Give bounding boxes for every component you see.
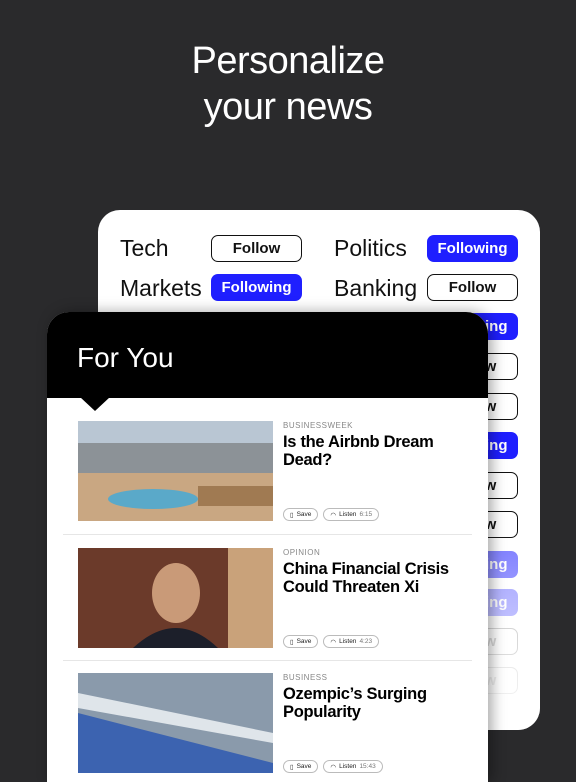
follow-button-banking[interactable]: Follow [427, 274, 518, 301]
listen-label: Listen [339, 511, 357, 518]
save-button[interactable]: ▯ Save [283, 760, 319, 773]
bookmark-icon: ▯ [290, 511, 294, 519]
topic-label: Tech [120, 235, 169, 261]
save-button[interactable]: ▯ Save [283, 635, 319, 648]
article-item[interactable]: OPINION China Financial Crisis Could Thr… [78, 548, 473, 648]
topic-label: Markets [120, 275, 202, 301]
article-kicker: OPINION [283, 548, 321, 557]
headline-line-1: Personalize [191, 40, 385, 82]
article-title[interactable]: China Financial Crisis Could Threaten Xi [283, 560, 473, 596]
headphones-icon: ◠ [330, 638, 337, 646]
article-image-production-line [78, 673, 273, 773]
article-title[interactable]: Ozempic’s Surging Popularity [283, 685, 473, 721]
listen-button[interactable]: ◠ Listen 15:43 [323, 760, 383, 773]
article-kicker: BUSINESS [283, 673, 328, 682]
feed-title: For You [47, 312, 488, 398]
listen-label: Listen [339, 638, 357, 645]
listen-label: Listen [339, 763, 357, 770]
bookmark-icon: ▯ [290, 638, 294, 646]
listen-button[interactable]: ◠ Listen 6:15 [323, 508, 380, 521]
follow-button-tech[interactable]: Follow [211, 235, 302, 262]
divider [63, 660, 472, 661]
following-button-markets[interactable]: Following [211, 274, 302, 301]
article-image-portrait [78, 548, 273, 648]
headphones-icon: ◠ [330, 763, 337, 771]
headphones-icon: ◠ [330, 511, 337, 519]
article-title[interactable]: Is the Airbnb Dream Dead? [283, 433, 473, 469]
save-label: Save [296, 638, 312, 645]
save-button[interactable]: ▯ Save [283, 508, 319, 521]
marketing-headline: Personalize your news [0, 38, 576, 130]
listen-button[interactable]: ◠ Listen 4:23 [323, 635, 380, 648]
topic-label: Banking [334, 275, 418, 301]
article-image-pool [78, 421, 273, 521]
header-pointer [80, 397, 110, 411]
save-label: Save [296, 511, 312, 518]
duration: 6:15 [359, 511, 373, 518]
duration: 4:23 [359, 638, 373, 645]
article-item[interactable]: BUSINESS Ozempic’s Surging Popularity ▯ S… [78, 673, 473, 773]
topic-label: Politics [334, 235, 407, 261]
article-kicker: BUSINESSWEEK [283, 421, 354, 430]
headline-line-2: your news [203, 86, 373, 128]
article-item[interactable]: BUSINESSWEEK Is the Airbnb Dream Dead? ▯… [78, 421, 473, 521]
following-button-politics[interactable]: Following [427, 235, 518, 262]
for-you-card: For You BUSINESSWEEK Is the Airbnb Dream… [47, 312, 488, 782]
save-label: Save [296, 763, 312, 770]
duration: 15:43 [359, 763, 376, 770]
bookmark-icon: ▯ [290, 763, 294, 771]
divider [63, 534, 472, 535]
